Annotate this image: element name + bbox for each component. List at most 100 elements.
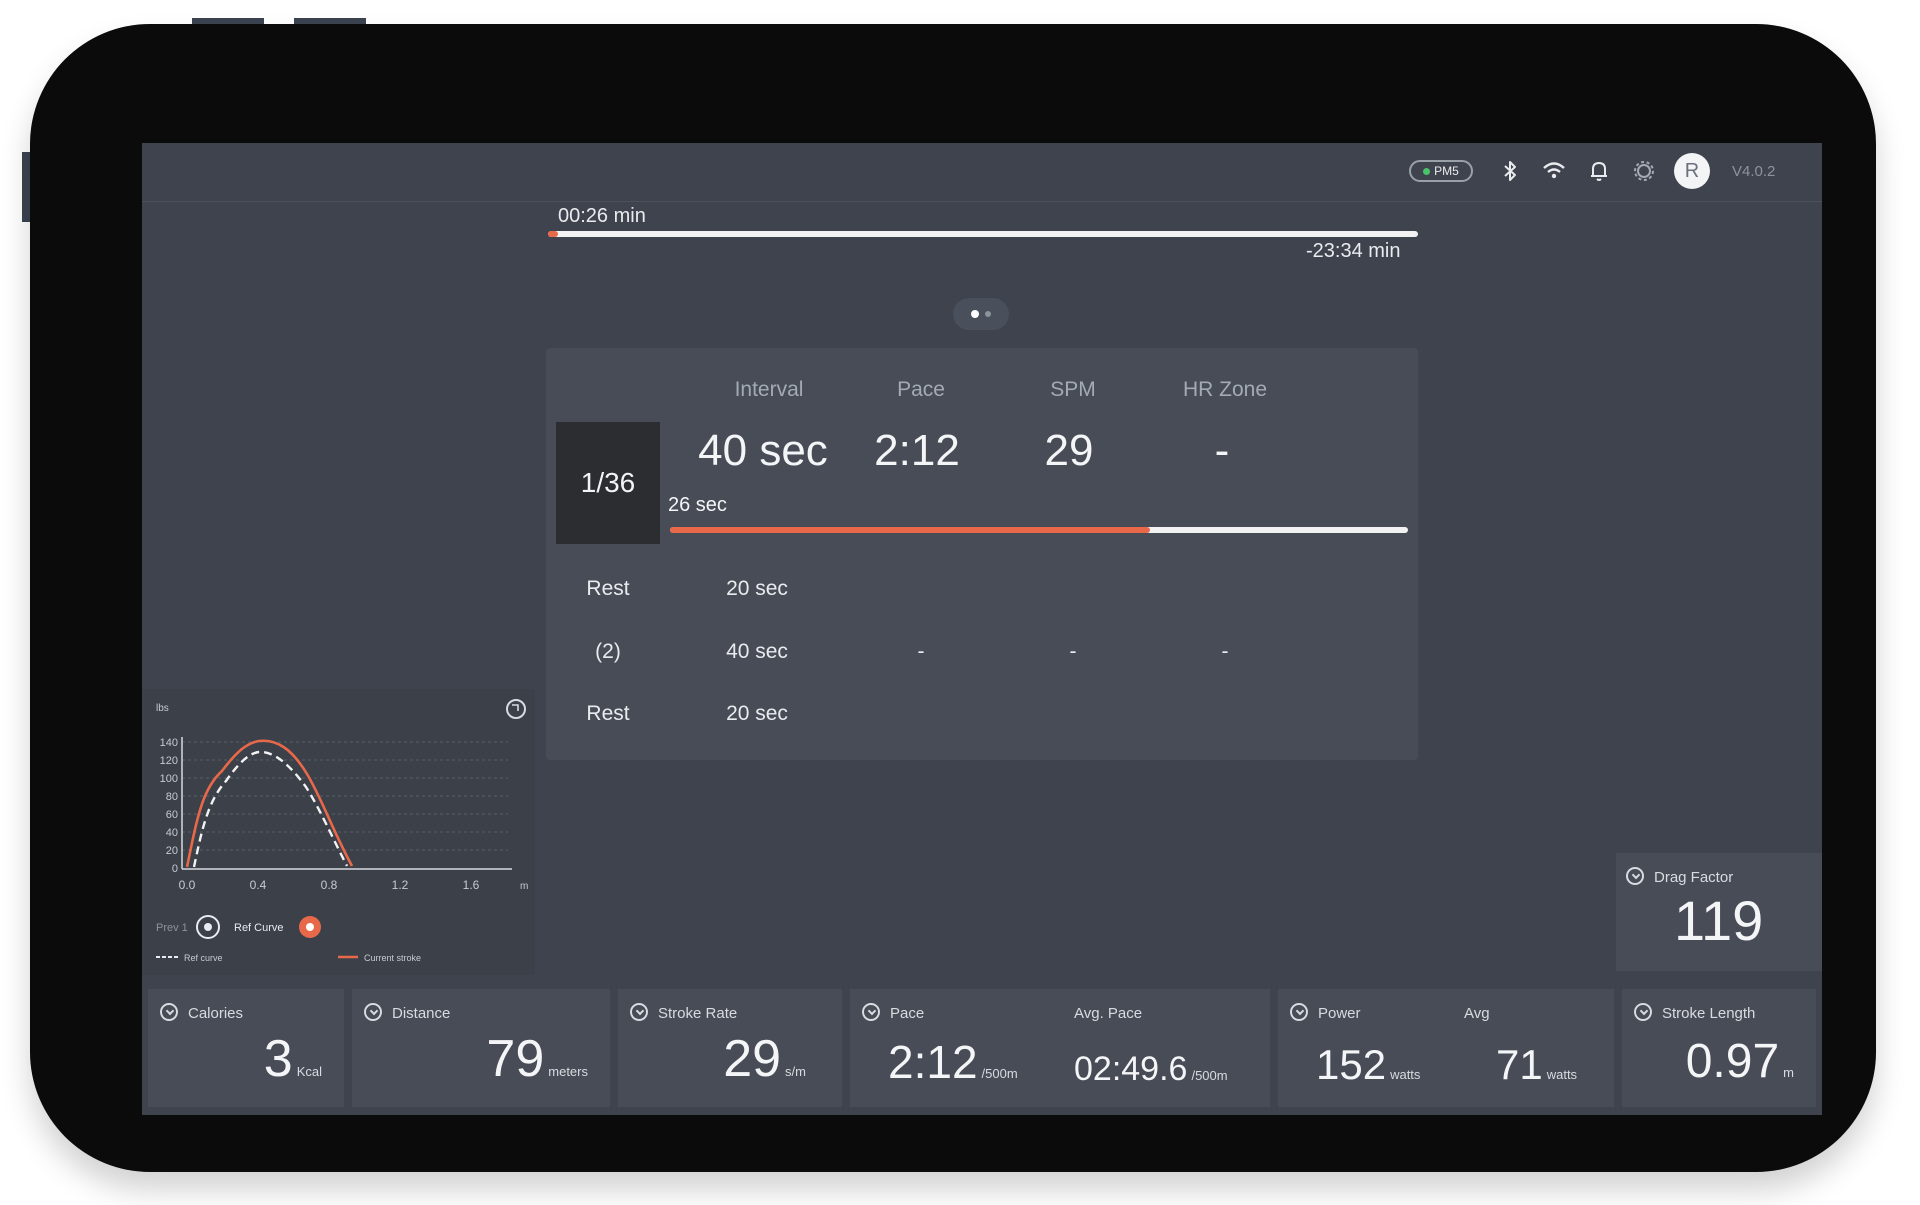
page-dot-active (971, 310, 979, 318)
hr-zone-column-header: HR Zone (1182, 378, 1268, 401)
stroke-rate-value: 29 (723, 1030, 782, 1088)
y-tick-label: 20 (166, 845, 178, 857)
x-unit-label: m (520, 881, 528, 892)
stroke-rate-label: Stroke Rate (658, 1005, 738, 1022)
power-unit: watts (1390, 1067, 1421, 1082)
stroke-length-unit: m (1783, 1065, 1794, 1080)
user-avatar[interactable]: R (1674, 153, 1710, 189)
distance-value: 79 (486, 1030, 545, 1088)
avg-power-value: 71 (1496, 1041, 1543, 1088)
session-remaining-time: -23:34 min (1306, 240, 1401, 262)
upcoming-row-label: Rest (586, 702, 630, 725)
interval-column-header: Interval (734, 378, 804, 401)
status-bar: PM5 R V4.0.2 (142, 143, 1822, 202)
expand-chevron-icon (630, 1003, 648, 1021)
avg-pace-value: 02:49.6 (1074, 1050, 1188, 1088)
pm-label: PM5 (1434, 164, 1459, 178)
upcoming-row-pace: - (917, 640, 925, 663)
y-tick-label: 60 (166, 809, 178, 821)
upcoming-row-interval: 20 sec (726, 702, 788, 725)
interval-progress-fill (670, 527, 1150, 533)
expand-chevron-icon (1290, 1003, 1308, 1021)
connected-dot-icon (1423, 167, 1431, 175)
pace-value: 2:12 (888, 1036, 978, 1088)
y-tick-label: 0 (172, 863, 178, 875)
pace-label: Pace (890, 1005, 925, 1022)
x-tick-label: 0.0 (179, 878, 196, 892)
calories-label: Calories (188, 1005, 244, 1022)
current-stroke-legend-label: Current stroke (364, 953, 421, 963)
pace-card[interactable]: Pace Avg. Pace 2:12/500m 02:49.6/500m (850, 989, 1270, 1107)
force-curve-card: lbs 140 120 100 80 60 40 20 0 0.0 0.4 0.… (142, 689, 535, 975)
upcoming-row-label: Rest (586, 577, 630, 600)
y-tick-label: 100 (160, 773, 178, 785)
pace-value-group: 2:12/500m (888, 1035, 1018, 1089)
y-tick-label: 140 (160, 737, 178, 749)
distance-unit: meters (548, 1064, 588, 1079)
upcoming-row-spm: - (1069, 640, 1077, 663)
x-tick-label: 1.2 (392, 878, 409, 892)
power-card[interactable]: Power Avg 152 watts 71 watts (1278, 989, 1614, 1107)
stroke-rate-card[interactable]: Stroke Rate 29 s/m (618, 989, 842, 1107)
calories-value: 3 (263, 1030, 293, 1088)
expand-chevron-icon (364, 1003, 382, 1021)
calories-unit: Kcal (296, 1064, 322, 1079)
refresh-icon[interactable] (506, 699, 526, 719)
session-progress-bar (548, 231, 1418, 237)
drag-factor-card[interactable]: Drag Factor 119 (1616, 853, 1822, 971)
expand-chevron-icon (1634, 1003, 1652, 1021)
interval-progress-bar (670, 527, 1408, 533)
power-value: 152 (1316, 1041, 1387, 1088)
x-tick-label: 0.8 (321, 878, 338, 892)
page-indicator[interactable] (953, 298, 1009, 330)
spm-column-header: SPM (1050, 378, 1096, 401)
interval-workout-panel: Interval Pace SPM HR Zone 1/36 40 sec 2:… (546, 348, 1418, 760)
avg-power-unit: watts (1546, 1067, 1578, 1082)
upcoming-row-interval: 40 sec (726, 640, 788, 663)
avg-power-value-group: 71 watts (1496, 1041, 1577, 1089)
app-screen: PM5 R V4.0.2 00:26 min -23:34 min Interv… (142, 143, 1822, 1115)
interval-elapsed: 26 sec (668, 494, 727, 516)
upcoming-row-interval: 20 sec (726, 577, 788, 600)
distance-value-group: 79 meters (486, 1029, 588, 1089)
power-value-group: 152 watts (1316, 1041, 1420, 1089)
wifi-icon[interactable] (1540, 157, 1568, 185)
prev-toggle-label: Prev 1 (156, 922, 188, 934)
expand-chevron-icon (160, 1003, 178, 1021)
stroke-length-value: 0.97 (1685, 1035, 1780, 1088)
current-interval-duration: 40 sec (698, 426, 828, 475)
expand-chevron-icon (1626, 867, 1644, 885)
ref-curve-toggle[interactable] (299, 916, 321, 938)
drag-factor-label: Drag Factor (1654, 869, 1734, 886)
stroke-length-card[interactable]: Stroke Length 0.97 m (1622, 989, 1816, 1107)
avg-pace-value-group: 02:49.6/500m (1074, 1050, 1228, 1089)
y-tick-label: 80 (166, 791, 178, 803)
stroke-rate-unit: s/m (785, 1064, 806, 1079)
interval-counter: 1/36 (556, 422, 660, 544)
notification-bell-icon[interactable] (1585, 157, 1613, 185)
calories-card[interactable]: Calories 3 Kcal (148, 989, 344, 1107)
current-pace: 2:12 (874, 426, 960, 475)
tablet-frame: PM5 R V4.0.2 00:26 min -23:34 min Interv… (30, 24, 1876, 1172)
power-label: Power (1318, 1005, 1361, 1022)
page-dot-inactive (985, 311, 991, 317)
session-progress-fill (548, 231, 559, 237)
pace-column-header: Pace (897, 378, 945, 401)
pace-unit: /500m (981, 1066, 1018, 1081)
y-tick-label: 120 (160, 755, 178, 767)
avg-pace-unit: /500m (1191, 1068, 1228, 1083)
y-unit-label: lbs (156, 703, 169, 714)
drag-factor-value: 119 (1674, 889, 1764, 952)
upcoming-row-label: (2) (595, 640, 621, 663)
bluetooth-icon[interactable] (1496, 157, 1524, 185)
app-version: V4.0.2 (1732, 163, 1776, 180)
ref-curve-legend-label: Ref curve (184, 953, 223, 963)
x-tick-label: 1.6 (463, 878, 480, 892)
settings-gear-icon[interactable] (1630, 157, 1658, 185)
distance-card[interactable]: Distance 79 meters (352, 989, 610, 1107)
x-tick-label: 0.4 (250, 878, 267, 892)
current-spm: 29 (1044, 426, 1094, 475)
prev-stroke-toggle[interactable] (196, 915, 220, 939)
stroke-length-value-group: 0.97 m (1686, 1034, 1794, 1089)
pm-connection-badge[interactable]: PM5 (1409, 160, 1473, 182)
